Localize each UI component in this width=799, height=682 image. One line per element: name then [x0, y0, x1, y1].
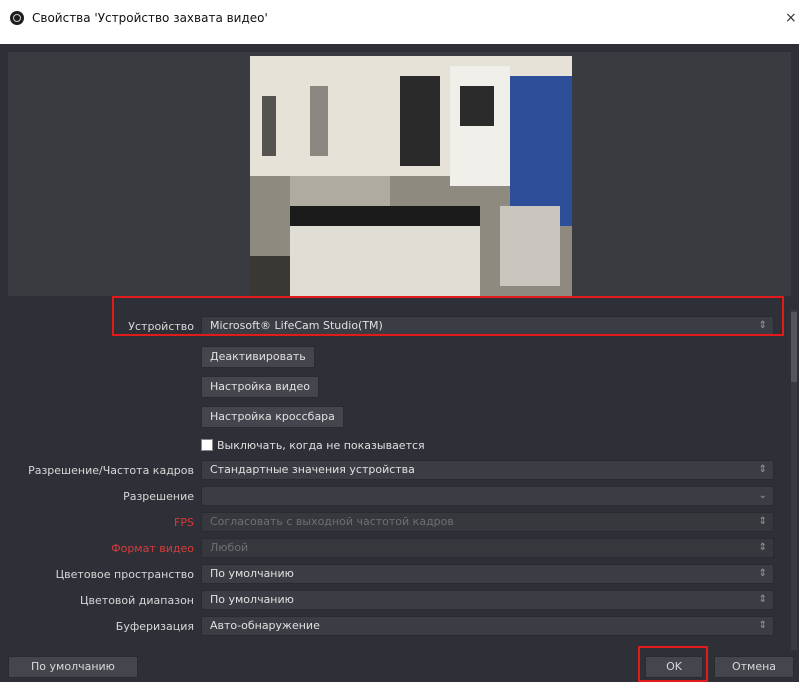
deactivate-when-hidden-row[interactable]: Выключать, когда не показывается — [201, 438, 425, 452]
cancel-button[interactable]: Отмена — [714, 656, 794, 678]
deactivate-when-hidden-checkbox[interactable] — [201, 439, 213, 451]
spinner-icon: ⇕ — [758, 542, 767, 553]
deactivate-button[interactable]: Деактивировать — [201, 346, 315, 368]
properties-dialog: Устройство Microsoft® LifeCam Studio(TM)… — [0, 44, 799, 682]
device-highlight-box — [112, 296, 784, 336]
video-format-select: Любой ⇕ — [201, 538, 774, 558]
color-range-select[interactable]: По умолчанию ⇕ — [201, 590, 774, 610]
video-format-value: Любой — [210, 541, 249, 554]
defaults-button[interactable]: По умолчанию — [8, 656, 138, 678]
spinner-icon: ⇕ — [758, 594, 767, 605]
window-title: Свойства 'Устройство захвата видео' — [32, 11, 268, 25]
deactivate-when-hidden-label: Выключать, когда не показывается — [217, 438, 425, 452]
buffering-label: Буферизация — [115, 620, 194, 633]
title-bar: Свойства 'Устройство захвата видео' × — [0, 0, 799, 44]
fps-label: FPS — [174, 516, 194, 529]
video-settings-button[interactable]: Настройка видео — [201, 376, 319, 398]
chevron-down-icon: ⌄ — [758, 490, 767, 501]
camera-preview-image — [250, 56, 572, 296]
color-range-label: Цветовой диапазон — [80, 594, 194, 607]
color-space-label: Цветовое пространство — [55, 568, 194, 581]
obs-logo-icon — [10, 11, 24, 25]
crossbar-settings-button[interactable]: Настройка кроссбара — [201, 406, 344, 428]
preview-area — [8, 52, 791, 296]
resolution-fps-type-label: Разрешение/Частота кадров — [28, 464, 194, 477]
spinner-icon: ⇕ — [758, 516, 767, 527]
spinner-icon: ⇕ — [758, 464, 767, 475]
video-format-label: Формат видео — [111, 542, 194, 555]
resolution-select[interactable]: ⌄ — [201, 486, 774, 506]
close-icon[interactable]: × — [785, 10, 797, 26]
resolution-label: Разрешение — [123, 490, 194, 503]
spinner-icon: ⇕ — [758, 568, 767, 579]
fps-value: Согласовать с выходной частотой кадров — [210, 515, 454, 528]
resolution-fps-type-value: Стандартные значения устройства — [210, 463, 415, 476]
ok-button[interactable]: OK — [645, 656, 703, 678]
color-range-value: По умолчанию — [210, 593, 294, 606]
resolution-fps-type-select[interactable]: Стандартные значения устройства ⇕ — [201, 460, 774, 480]
fps-select: Согласовать с выходной частотой кадров ⇕ — [201, 512, 774, 532]
color-space-value: По умолчанию — [210, 567, 294, 580]
scrollbar-thumb[interactable] — [791, 312, 797, 382]
spinner-icon: ⇕ — [758, 620, 767, 631]
buffering-select[interactable]: Авто-обнаружение ⇕ — [201, 616, 774, 636]
color-space-select[interactable]: По умолчанию ⇕ — [201, 564, 774, 584]
buffering-value: Авто-обнаружение — [210, 619, 320, 632]
